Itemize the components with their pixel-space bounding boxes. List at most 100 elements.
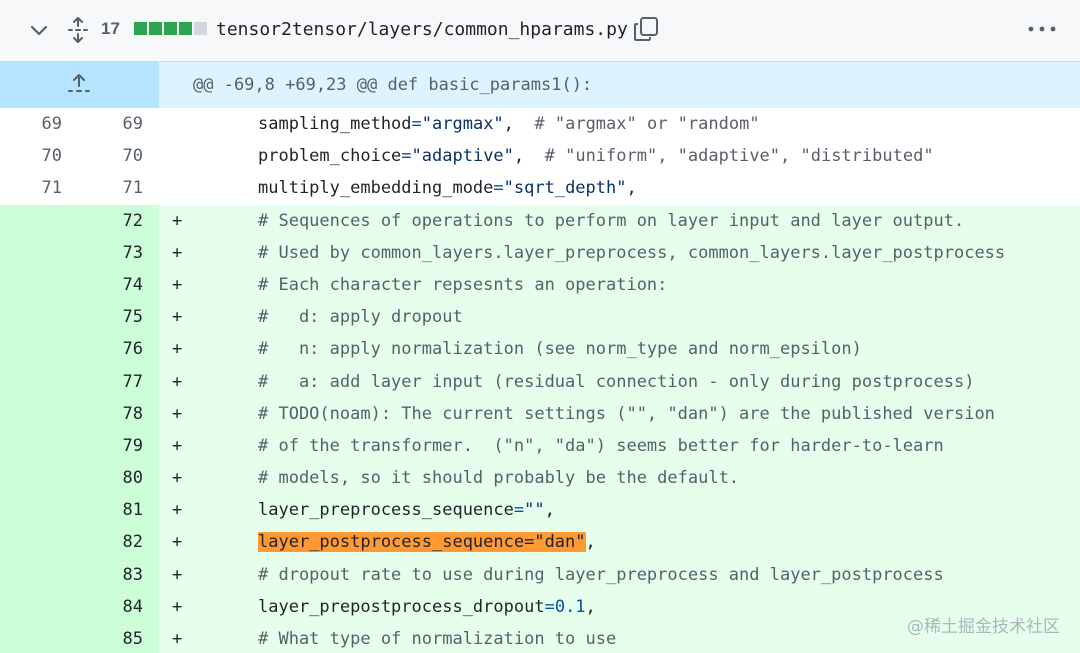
new-line-number[interactable]: 85 bbox=[80, 623, 143, 653]
new-line-number[interactable]: 70 bbox=[80, 140, 143, 172]
new-line-number[interactable]: 69 bbox=[80, 108, 143, 140]
old-line-number[interactable] bbox=[0, 333, 62, 365]
code-token: , bbox=[544, 500, 555, 521]
code-token: "" bbox=[524, 500, 545, 521]
diffstat-square bbox=[164, 22, 177, 35]
diffstat-square bbox=[179, 22, 192, 35]
old-line-number[interactable] bbox=[0, 205, 62, 237]
code-token: = bbox=[544, 596, 555, 617]
code-text: layer_prepostprocess_dropout=0.1, bbox=[258, 591, 596, 623]
code-text: # n: apply normalization (see norm_type … bbox=[258, 333, 862, 365]
old-line-number[interactable]: 70 bbox=[0, 140, 62, 172]
old-line-number[interactable] bbox=[0, 623, 62, 653]
old-line-number[interactable] bbox=[0, 462, 62, 494]
code-token: # models, so it should probably be the d… bbox=[258, 468, 740, 489]
copy-icon[interactable] bbox=[632, 15, 660, 43]
diff-line-added: 73 + # Used by common_layers.layer_preproc… bbox=[0, 236, 1080, 269]
code-token: , bbox=[585, 596, 596, 617]
code-token: "adaptive" bbox=[411, 146, 514, 167]
diff-line-added: 81 + layer_preprocess_sequence="", bbox=[0, 494, 1080, 527]
diff-sign: + bbox=[172, 596, 183, 617]
code-token: # Sequences of operations to perform on … bbox=[258, 210, 965, 231]
diff-sign: + bbox=[172, 500, 183, 521]
new-line-number[interactable]: 72 bbox=[80, 205, 143, 237]
diffstat-square bbox=[134, 22, 147, 35]
old-line-number[interactable] bbox=[0, 269, 62, 301]
code-token: = bbox=[411, 114, 422, 134]
diff-sign: + bbox=[172, 435, 183, 456]
new-line-number[interactable]: 79 bbox=[80, 430, 143, 462]
file-path[interactable]: tensor2tensor/layers/common_hparams.py bbox=[216, 19, 628, 40]
kebab-menu-icon[interactable] bbox=[1026, 18, 1058, 40]
expand-up-icon bbox=[68, 74, 90, 92]
diffstat-square bbox=[149, 22, 162, 35]
code-text: multiply_embedding_mode="sqrt_depth", bbox=[258, 172, 637, 204]
old-line-number[interactable] bbox=[0, 366, 62, 398]
code-token: = bbox=[493, 178, 504, 199]
old-line-number[interactable] bbox=[0, 591, 62, 623]
diff-line-added: 83 + # dropout rate to use during layer_pr… bbox=[0, 558, 1080, 591]
code-token: , bbox=[513, 146, 545, 167]
new-line-number[interactable]: 81 bbox=[80, 494, 143, 526]
code-token: # n: apply normalization (see norm_type … bbox=[258, 339, 862, 360]
diff-sign: + bbox=[172, 403, 183, 424]
code-token: # What type of normalization to use bbox=[258, 629, 617, 649]
new-line-number[interactable]: 77 bbox=[80, 366, 143, 398]
hunk-header: @@ -69,8 +69,23 @@ def basic_params1(): bbox=[0, 62, 1080, 108]
old-line-number[interactable] bbox=[0, 237, 62, 269]
code-text: # TODO(noam): The current settings ("", … bbox=[258, 398, 995, 430]
hunk-header-text: @@ -69,8 +69,23 @@ def basic_params1(): bbox=[193, 75, 593, 95]
diffstat-square bbox=[194, 22, 207, 35]
diff-sign: + bbox=[172, 242, 183, 263]
code-text: # Used by common_layers.layer_preprocess… bbox=[258, 237, 1005, 269]
new-line-number[interactable]: 74 bbox=[80, 269, 143, 301]
old-line-number[interactable]: 71 bbox=[0, 172, 62, 204]
old-line-number[interactable] bbox=[0, 526, 62, 558]
code-token: # TODO(noam): The current settings ("", … bbox=[258, 403, 995, 424]
new-line-number[interactable]: 83 bbox=[80, 559, 143, 591]
highlighted-code: layer_postprocess_sequence="dan" bbox=[258, 532, 586, 553]
old-line-number[interactable]: 69 bbox=[0, 108, 62, 140]
diff-line-added: 78 + # TODO(noam): The current settings ("… bbox=[0, 397, 1080, 430]
code-text: # of the transformer. ("n", "da") seems … bbox=[258, 430, 944, 462]
code-text: # a: add layer input (residual connectio… bbox=[258, 366, 974, 398]
code-text: # Sequences of operations to perform on … bbox=[258, 205, 964, 237]
code-text: # dropout rate to use during layer_prepr… bbox=[258, 559, 944, 591]
old-line-number[interactable] bbox=[0, 301, 62, 333]
new-line-number[interactable]: 73 bbox=[80, 237, 143, 269]
diff-sign: + bbox=[172, 339, 183, 360]
new-line-number[interactable]: 71 bbox=[80, 172, 143, 204]
diff-sign: + bbox=[172, 468, 183, 489]
old-line-number[interactable] bbox=[0, 398, 62, 430]
new-line-number[interactable]: 76 bbox=[80, 333, 143, 365]
expand-all-icon[interactable] bbox=[66, 16, 90, 44]
code-text: # d: apply dropout bbox=[258, 301, 463, 333]
new-line-number[interactable]: 80 bbox=[80, 462, 143, 494]
code-text: problem_choice="adaptive", # "uniform", … bbox=[258, 140, 934, 172]
diff-line-context: 69 69 sampling_method="argmax", # "argmax"… bbox=[0, 108, 1080, 141]
code-text: # What type of normalization to use bbox=[258, 623, 616, 653]
diff-line-context: 71 71 multiply_embedding_mode="sqrt_depth"… bbox=[0, 172, 1080, 205]
old-line-number[interactable] bbox=[0, 494, 62, 526]
new-line-number[interactable]: 82 bbox=[80, 526, 143, 558]
watermark: @稀土掘金技术社区 bbox=[907, 617, 1060, 637]
code-token: 0.1 bbox=[554, 596, 586, 617]
chevron-down-icon[interactable] bbox=[28, 19, 50, 41]
new-line-number[interactable]: 84 bbox=[80, 591, 143, 623]
expand-up-button[interactable] bbox=[0, 62, 159, 108]
new-line-number[interactable]: 75 bbox=[80, 301, 143, 333]
code-text: # Each character repsesnts an operation: bbox=[258, 269, 667, 301]
code-token: # a: add layer input (residual connectio… bbox=[258, 371, 975, 392]
code-token: layer_prepostprocess_dropout bbox=[258, 596, 545, 617]
new-line-number[interactable]: 78 bbox=[80, 398, 143, 430]
code-text: # models, so it should probably be the d… bbox=[258, 462, 739, 494]
code-token: = bbox=[513, 500, 525, 521]
old-line-number[interactable] bbox=[0, 559, 62, 591]
code-text: layer_preprocess_sequence="", bbox=[258, 494, 555, 526]
old-line-number[interactable] bbox=[0, 430, 62, 462]
code-token: multiply_embedding_mode bbox=[258, 178, 494, 199]
diff-line-added: 77 + # a: add layer input (residual connec… bbox=[0, 365, 1080, 398]
code-token: problem_choice bbox=[258, 146, 402, 167]
code-token: # "uniform", "adaptive", "distributed" bbox=[544, 146, 934, 167]
code-token: # Each character repsesnts an operation: bbox=[258, 274, 668, 295]
